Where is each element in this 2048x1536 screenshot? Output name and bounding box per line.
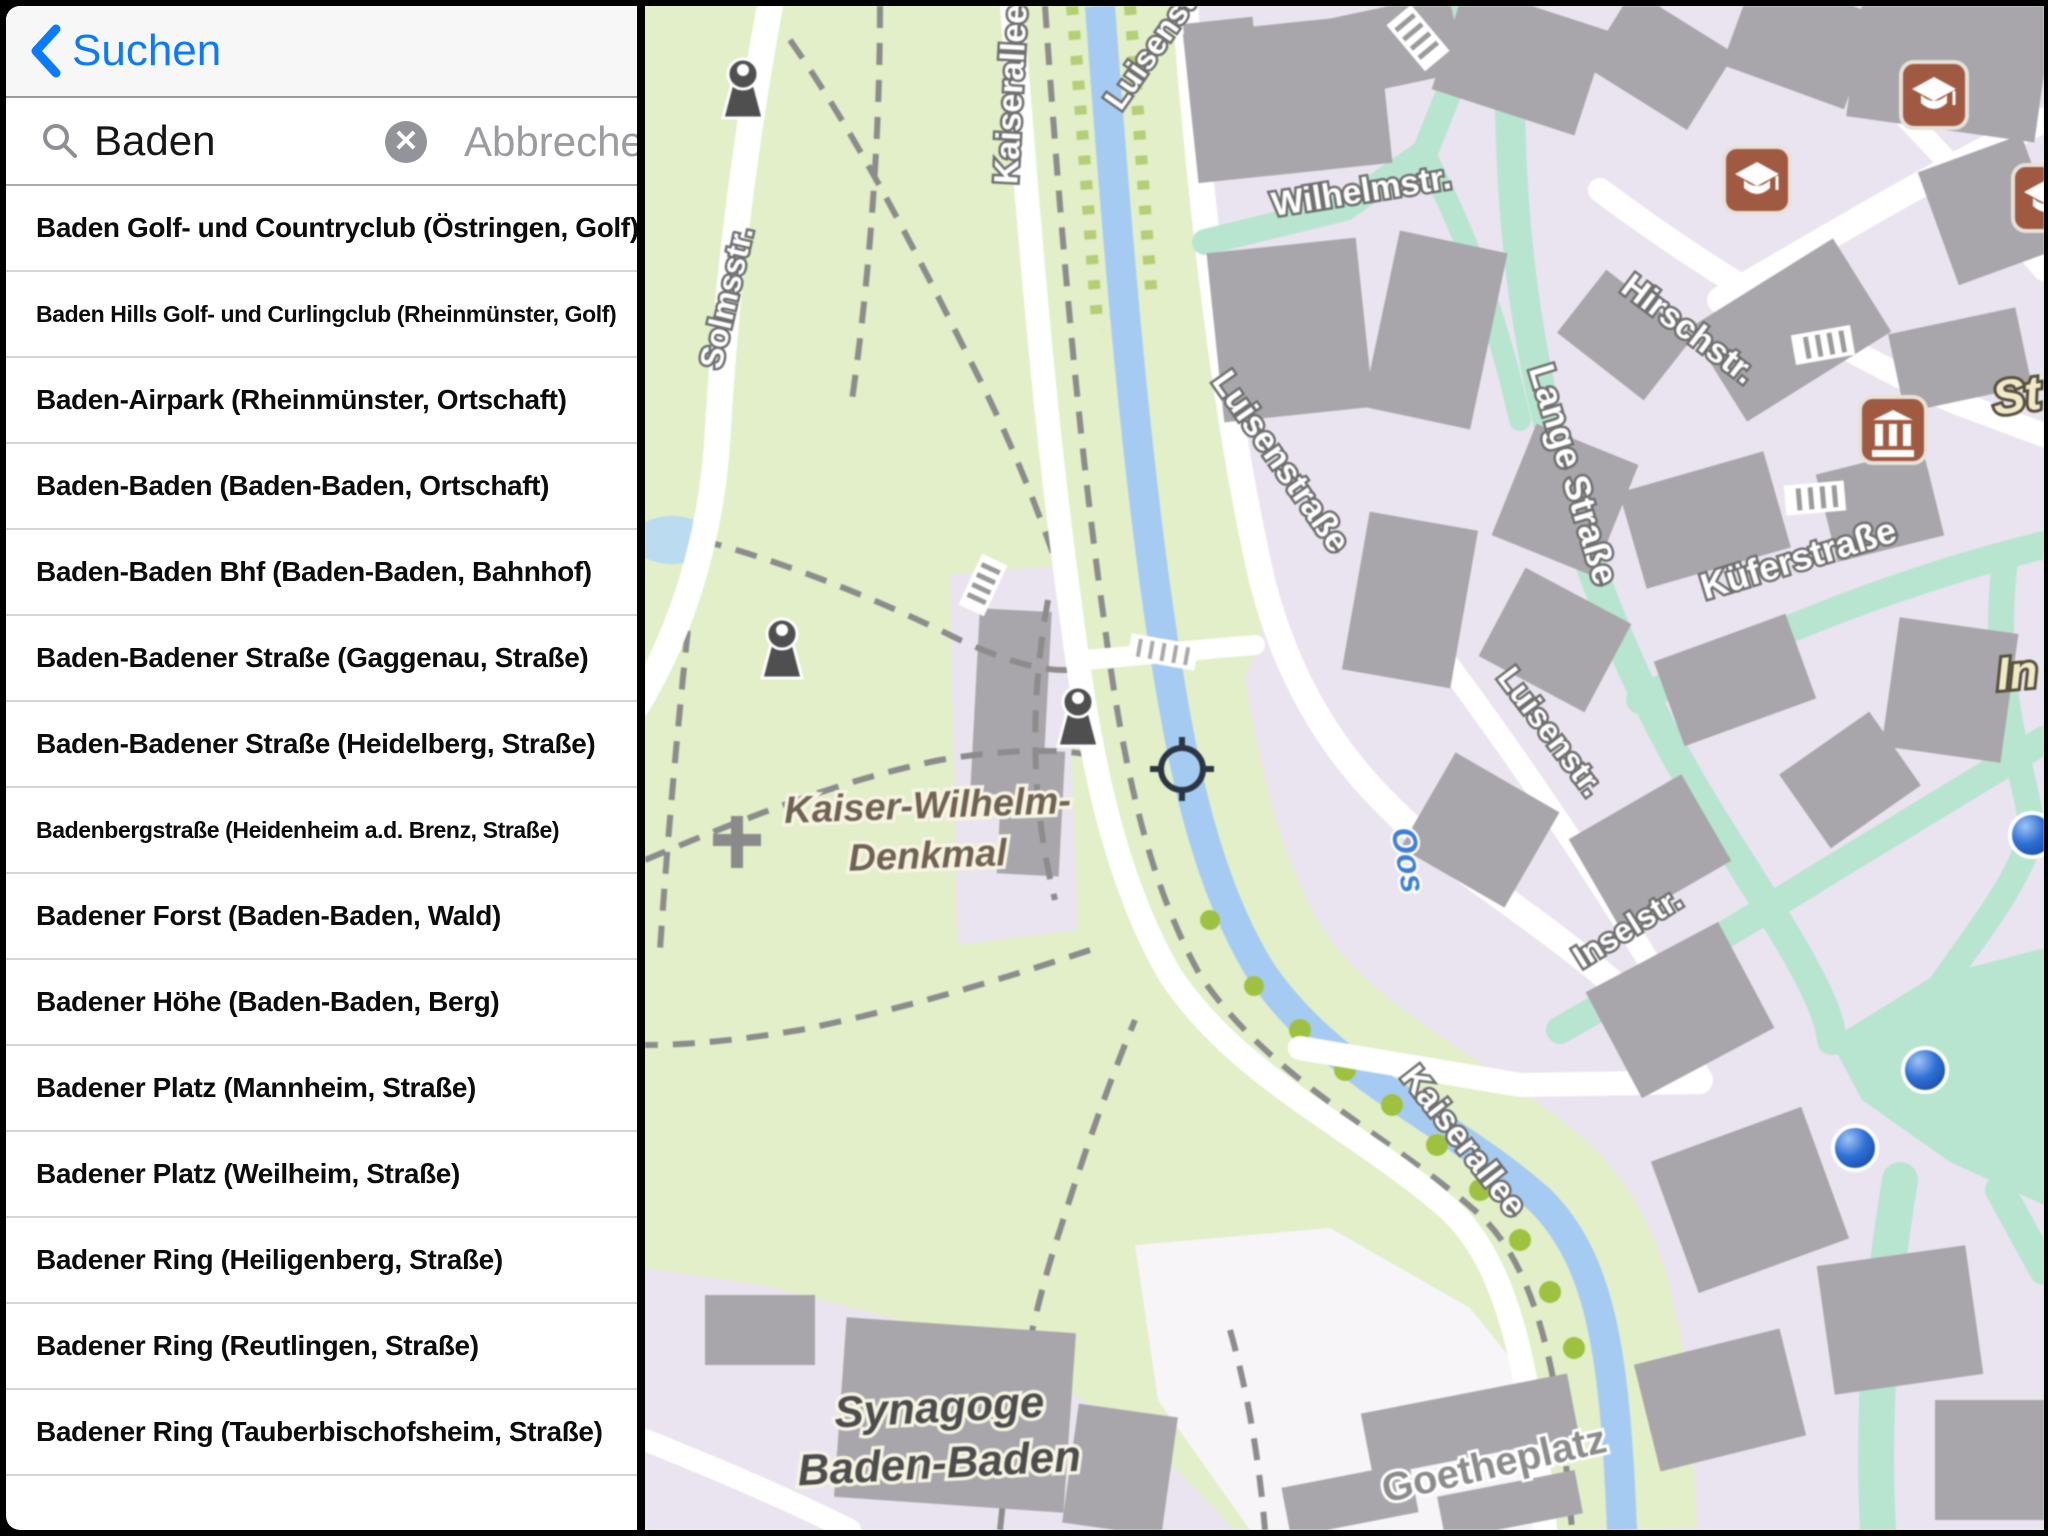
list-item[interactable]: Baden-Baden Bhf (Baden-Baden, Bahnhof) [6,530,637,616]
list-item[interactable]: Baden-Baden (Baden-Baden, Ortschaft) [6,444,637,530]
search-results-list: Baden Golf- und Countryclub (Östringen, … [6,186,637,1530]
list-item[interactable]: Baden Hills Golf- und Curlingclub (Rhein… [6,272,637,358]
app-window: Suchen Baden ✕ Abbrechen Baden Golf- und… [0,0,2048,1536]
cancel-button[interactable]: Abbrechen [464,98,637,186]
list-item[interactable]: Badener Ring (Tauberbischofsheim, Straße… [6,1390,637,1476]
list-item[interactable]: Badener Forst (Baden-Baden, Wald) [6,874,637,960]
back-button[interactable]: Suchen [28,23,221,79]
list-item[interactable]: Badener Ring (Reutlingen, Straße) [6,1304,637,1390]
search-icon [40,121,80,161]
search-bar: Baden ✕ Abbrechen [6,98,637,186]
search-panel: Suchen Baden ✕ Abbrechen Baden Golf- und… [6,6,637,1530]
list-item[interactable]: Baden Golf- und Countryclub (Östringen, … [6,186,637,272]
list-item[interactable]: Baden-Airpark (Rheinmünster, Ortschaft) [6,358,637,444]
district-label: St [1989,366,2044,425]
district-label: In [1994,645,2039,700]
map-canvas[interactable]: Kaiserallee Luisenstraße Wilhelmstr. Lui… [645,6,2044,1530]
list-item[interactable]: Badener Platz (Weilheim, Straße) [6,1132,637,1218]
list-item[interactable]: Badener Ring (Heiligenberg, Straße) [6,1218,637,1304]
list-item[interactable]: Badenbergstraße (Heidenheim a.d. Brenz, … [6,788,637,874]
search-input[interactable]: Baden [94,117,215,165]
list-item[interactable]: Baden-Badener Straße (Heidelberg, Straße… [6,702,637,788]
list-item[interactable]: Badener Höhe (Baden-Baden, Berg) [6,960,637,1046]
museum-icon[interactable] [1860,397,1926,463]
chevron-left-icon [28,23,62,79]
panel-header: Suchen [6,6,637,98]
clear-search-button[interactable]: ✕ [385,121,427,163]
list-item[interactable]: Badener Platz (Mannheim, Straße) [6,1046,637,1132]
poi-label: Denkmal [848,832,1009,880]
list-item[interactable]: Baden-Badener Straße (Gaggenau, Straße) [6,616,637,702]
back-button-label: Suchen [72,26,221,76]
